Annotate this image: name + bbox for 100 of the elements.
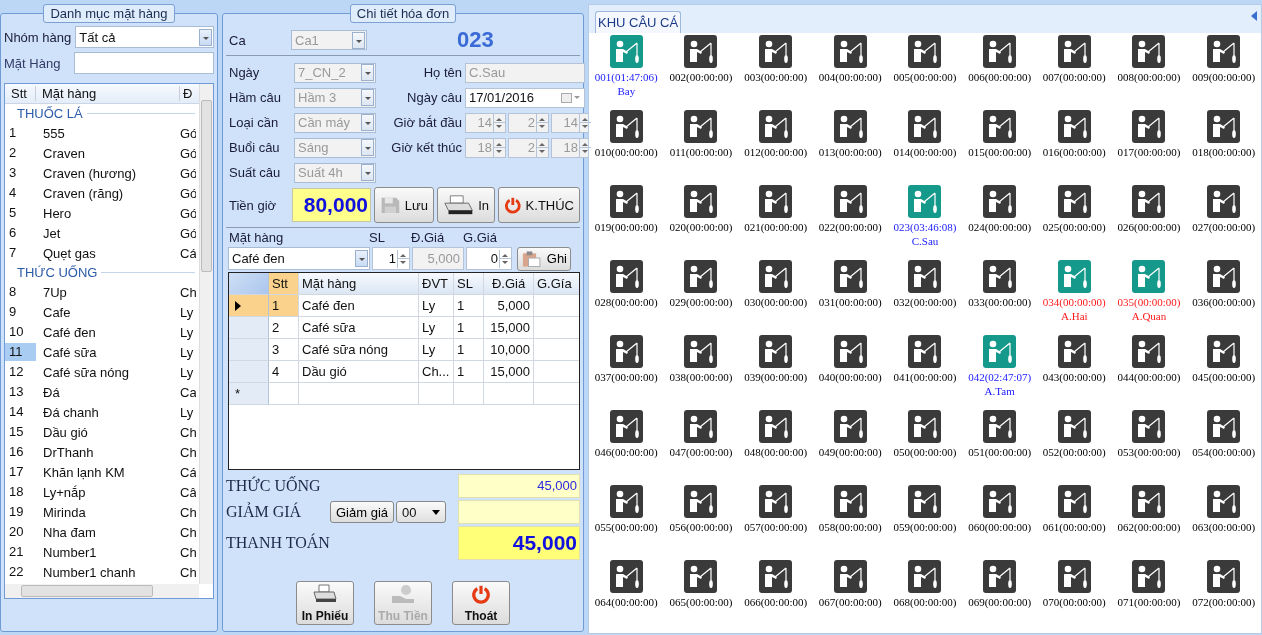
list-cell[interactable]: Ch (180, 504, 196, 520)
fisherman-icon[interactable] (983, 260, 1017, 293)
item-search-field[interactable] (74, 52, 214, 74)
fisherman-icon[interactable] (1207, 110, 1241, 143)
fisherman-icon[interactable] (833, 260, 867, 293)
fisherman-icon[interactable] (759, 560, 793, 593)
list-cell[interactable]: Câ (180, 484, 196, 500)
discount-select[interactable]: 00 (396, 501, 447, 523)
footer-button[interactable]: In Phiếu (296, 581, 354, 625)
fisherman-icon[interactable] (908, 410, 942, 443)
fisherman-icon[interactable] (1207, 410, 1241, 443)
list-cell[interactable]: Gó (180, 185, 196, 201)
list-cell[interactable]: DrThanh (36, 444, 180, 460)
list-cell[interactable]: Ly (180, 344, 196, 360)
fisherman-icon[interactable] (1132, 560, 1166, 593)
column-header[interactable]: G.Gía (534, 273, 579, 295)
fisherman-icon[interactable] (759, 410, 793, 443)
fisherman-icon[interactable] (833, 110, 867, 143)
list-cell[interactable]: Ca (180, 384, 196, 400)
list-cell[interactable]: 14 (5, 403, 36, 421)
list-cell[interactable]: Number1 chanh (36, 564, 180, 580)
column-header[interactable]: Mặt hàng (299, 273, 419, 295)
list-cell[interactable]: 8 (5, 283, 36, 301)
fisherman-icon[interactable] (684, 485, 718, 518)
scroll-left-icon[interactable] (1251, 11, 1257, 21)
fisherman-icon[interactable] (684, 560, 718, 593)
fisherman-icon[interactable] (609, 110, 643, 143)
list-cell[interactable]: Ch (180, 524, 196, 540)
list-cell[interactable]: Gó (180, 225, 196, 241)
table-cell[interactable] (484, 383, 534, 405)
fisherman-icon[interactable] (1132, 35, 1166, 68)
fisherman-icon[interactable] (759, 185, 793, 218)
list-cell[interactable]: Hero (36, 205, 180, 221)
list-cell[interactable]: 17 (5, 463, 36, 481)
fisherman-icon[interactable] (833, 485, 867, 518)
fisherman-icon[interactable] (833, 35, 867, 68)
fisherman-icon[interactable] (1057, 410, 1091, 443)
fisherman-icon[interactable] (908, 485, 942, 518)
list-cell[interactable]: Ly (180, 404, 196, 420)
list-cell[interactable]: Quẹt gas (36, 245, 180, 261)
fisherman-icon[interactable] (1057, 35, 1091, 68)
fisherman-icon[interactable] (1132, 335, 1166, 368)
discount-amount-field[interactable] (458, 500, 580, 524)
fisherman-icon[interactable] (983, 485, 1017, 518)
list-cell[interactable]: 10 (5, 323, 36, 341)
new-row-header[interactable]: * (229, 383, 269, 405)
list-cell[interactable]: 12 (5, 363, 36, 381)
area-tab[interactable]: KHU CÂU CÁ (595, 11, 682, 33)
fisherman-icon[interactable] (1207, 485, 1241, 518)
fisherman-icon[interactable] (1057, 485, 1091, 518)
list-cell[interactable]: 555 (36, 125, 180, 141)
table-cell[interactable] (454, 383, 484, 405)
list-cell[interactable]: 21 (5, 543, 36, 561)
quantity-spinner[interactable]: 1 (372, 247, 410, 270)
list-cell[interactable]: Ch (180, 544, 196, 560)
fisherman-icon[interactable] (684, 410, 718, 443)
fisherman-icon[interactable] (1132, 185, 1166, 218)
list-cell[interactable]: Café đen (36, 324, 180, 340)
column-header[interactable]: Mặt hàng (36, 86, 180, 101)
list-cell[interactable]: Craven (hương) (36, 165, 180, 181)
column-header[interactable]: Đ.Giá (484, 273, 534, 295)
column-header[interactable]: SL (454, 273, 484, 295)
fisherman-icon[interactable] (983, 410, 1017, 443)
list-cell[interactable]: Café sữa (36, 344, 180, 360)
fisherman-icon[interactable] (908, 260, 942, 293)
fisherman-icon[interactable] (908, 35, 942, 68)
list-cell[interactable]: 16 (5, 443, 36, 461)
action-button[interactable]: Lưu (374, 187, 434, 223)
list-cell[interactable]: 11 (5, 343, 36, 361)
table-cell[interactable] (299, 383, 419, 405)
list-cell[interactable]: Gó (180, 145, 196, 161)
discount-button[interactable]: Giảm giá (330, 501, 395, 523)
fisherman-icon[interactable] (833, 560, 867, 593)
list-cell[interactable]: Cá (180, 245, 196, 261)
list-cell[interactable]: Mirinda (36, 504, 180, 520)
action-button[interactable]: K.THÚC (498, 187, 580, 223)
fisherman-icon[interactable] (609, 560, 643, 593)
fisherman-icon[interactable] (833, 410, 867, 443)
record-button[interactable]: Ghi (517, 246, 571, 271)
fisherman-icon[interactable] (983, 35, 1017, 68)
list-cell[interactable]: Ch (180, 284, 196, 300)
list-cell[interactable]: Jet (36, 225, 180, 241)
fisherman-icon[interactable] (908, 335, 942, 368)
column-header[interactable]: ĐVT (419, 273, 454, 295)
fisherman-icon[interactable] (833, 185, 867, 218)
list-cell[interactable]: Dầu gió (36, 424, 180, 440)
list-cell[interactable]: Ch (180, 564, 196, 580)
fisherman-icon[interactable] (1132, 410, 1166, 443)
list-cell[interactable]: 7Up (36, 284, 180, 300)
fisherman-icon[interactable] (1207, 185, 1241, 218)
list-cell[interactable]: 5 (5, 204, 36, 222)
fisherman-icon[interactable] (1132, 485, 1166, 518)
list-cell[interactable]: 7 (5, 244, 36, 262)
list-cell[interactable]: Ly (180, 364, 196, 380)
list-cell[interactable]: 22 (5, 563, 36, 581)
fisherman-icon[interactable] (1207, 560, 1241, 593)
fisherman-icon[interactable] (1057, 110, 1091, 143)
footer-button[interactable]: Thoát (452, 581, 510, 625)
fisherman-icon[interactable] (833, 335, 867, 368)
list-cell[interactable]: Ch (180, 424, 196, 440)
